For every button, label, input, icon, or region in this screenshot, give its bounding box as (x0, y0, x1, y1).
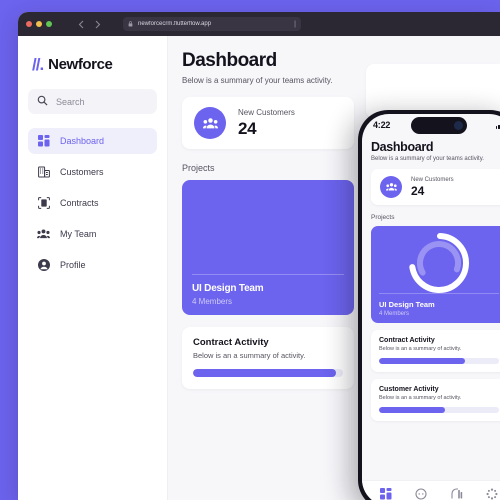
contract-scan-icon (37, 197, 50, 210)
phone-activity-title: Customer Activity (379, 386, 439, 393)
activity-progress-fill (193, 369, 336, 377)
phone-contract-activity-card[interactable]: Contract Activity Below is an a summary … (371, 330, 500, 372)
minimize-window-button[interactable] (36, 21, 42, 27)
url-text: newforcecrm.flutterflow.app (138, 21, 212, 27)
close-window-button[interactable] (26, 21, 32, 27)
window-controls[interactable] (26, 21, 52, 27)
sidebar-item-contracts[interactable]: Contracts (28, 190, 157, 216)
activity-subtitle: Below is an a summary of activity. (193, 351, 306, 360)
phone-new-customers-card[interactable]: New Customers 24 (371, 169, 500, 205)
phone-project-name: UI Design Team (379, 300, 435, 309)
tab-settings-scatter-icon[interactable] (486, 488, 498, 500)
contract-activity-card[interactable]: Contract Activity Below is an a summary … (182, 327, 354, 389)
phone-activity-progress-fill (379, 358, 466, 364)
logo-mark: //. (32, 55, 44, 74)
new-customers-card[interactable]: New Customers 24 (182, 97, 354, 149)
phone-activity-progress-bar (379, 358, 499, 364)
maximize-window-button[interactable] (46, 21, 52, 27)
project-name: UI Design Team (192, 283, 264, 294)
activity-progress-bar (193, 369, 343, 377)
project-members: 4 Members (192, 297, 233, 306)
people-group-icon (380, 176, 402, 198)
people-group-icon (37, 228, 50, 241)
phone-activity-progress-fill (379, 407, 445, 413)
browser-chrome: newforcecrm.flutterflow.app | (18, 12, 500, 36)
sidebar-item-label: Dashboard (60, 136, 105, 146)
phone-status-bar: 4:22 (362, 114, 500, 136)
sidebar-item-label: My Team (60, 229, 97, 239)
people-group-icon (194, 107, 226, 139)
phone-stat-label: New Customers (411, 176, 454, 183)
sidebar-item-label: Profile (60, 260, 86, 270)
lock-icon (128, 21, 133, 27)
sidebar-item-label: Customers (60, 167, 104, 177)
forward-icon[interactable] (94, 20, 101, 29)
phone-project-members: 4 Members (379, 311, 410, 317)
stat-value: 24 (238, 118, 257, 138)
phone-mockup: 4:22 Dashboard Below is a summary of you… (358, 110, 500, 500)
project-donut-chart (408, 232, 470, 299)
person-circle-icon (37, 259, 50, 272)
status-time: 4:22 (373, 120, 391, 130)
tab-bar-chart-icon[interactable] (451, 487, 463, 500)
phone-stat-value: 24 (411, 183, 425, 198)
phone-activity-progress-bar (379, 407, 499, 413)
sidebar-item-dashboard[interactable]: Dashboard (28, 128, 157, 154)
phone-project-card[interactable]: UI Design Team 4 Members (371, 226, 500, 323)
reload-icon[interactable]: | (294, 21, 296, 28)
phone-tab-bar (362, 480, 500, 500)
back-icon[interactable] (78, 20, 85, 29)
address-bar[interactable]: newforcecrm.flutterflow.app | (123, 17, 301, 31)
phone-activity-subtitle: Below is an a summary of activity. (379, 346, 462, 352)
phone-customer-activity-card[interactable]: Customer Activity Below is an a summary … (371, 379, 500, 421)
search-box[interactable] (28, 89, 157, 114)
tab-chat-bubble-icon[interactable] (415, 487, 427, 500)
building-icon (37, 166, 50, 179)
phone-activity-title: Contract Activity (379, 337, 435, 344)
phone-content: Dashboard Below is a summary of your tea… (362, 136, 500, 421)
phone-page-subtitle: Below is a summary of your teams activit… (371, 156, 484, 162)
activity-title: Contract Activity (193, 337, 269, 348)
brand-logo[interactable]: //. Newforce (28, 50, 157, 89)
search-input[interactable] (56, 96, 148, 107)
phone-page-title: Dashboard (371, 140, 434, 154)
sidebar: //. Newforce Dashboard Customers (18, 36, 168, 500)
sidebar-item-profile[interactable]: Profile (28, 252, 157, 278)
stat-label: New Customers (238, 107, 295, 117)
sidebar-item-my-team[interactable]: My Team (28, 221, 157, 247)
grid-icon (37, 135, 50, 148)
sidebar-item-customers[interactable]: Customers (28, 159, 157, 185)
front-camera-icon (454, 121, 463, 130)
phone-projects-label: Projects (371, 214, 395, 221)
card-divider (192, 274, 344, 275)
sidebar-item-label: Contracts (60, 198, 99, 208)
phone-activity-subtitle: Below is an a summary of activity. (379, 395, 462, 401)
tab-grid-icon[interactable] (379, 487, 392, 500)
dynamic-island (411, 117, 467, 134)
phone-screen: 4:22 Dashboard Below is a summary of you… (362, 114, 500, 500)
project-card[interactable]: UI Design Team 4 Members (182, 180, 354, 315)
logo-text: Newforce (48, 56, 113, 73)
search-icon (37, 93, 48, 111)
signal-bars-icon (495, 121, 500, 129)
